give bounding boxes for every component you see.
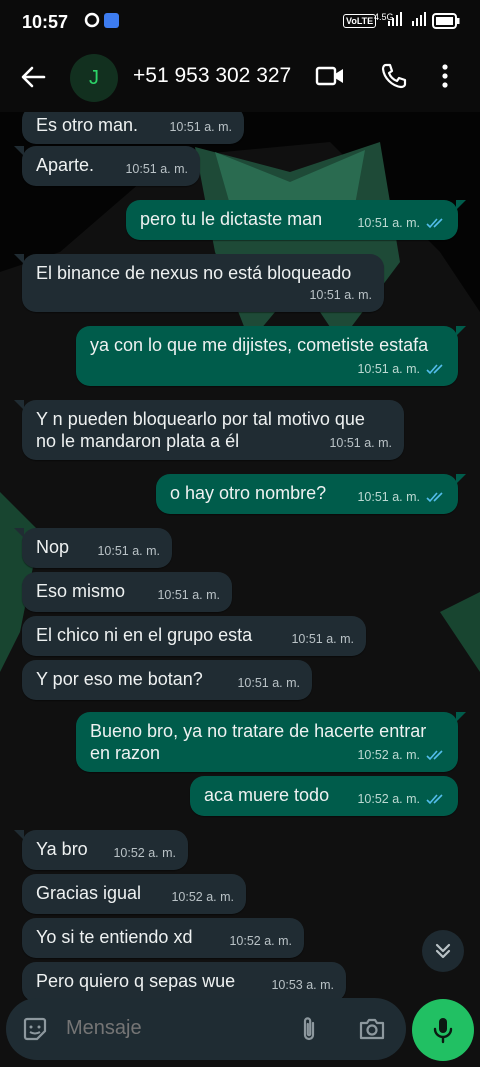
message-text: Gracias igual (36, 883, 142, 903)
avatar[interactable]: J (70, 54, 118, 102)
camera-icon[interactable] (358, 1016, 386, 1047)
message-text: El chico ni en el grupo esta (36, 625, 253, 645)
more-options-icon[interactable] (440, 62, 450, 95)
message-bubble[interactable]: Nop 10:51 a. m. (14, 528, 172, 568)
message-text: Ya bro (36, 839, 88, 859)
message-text: Pero quiero q sepas wue (36, 971, 236, 991)
message-bubble[interactable]: Y por eso me botan? 10:51 a. m. (22, 660, 312, 700)
signal-icon-2 (412, 12, 426, 29)
read-ticks-icon (426, 750, 443, 761)
message-time: 10:51 a. m. (157, 588, 220, 602)
message-bubble[interactable]: Eso mismo 10:51 a. m. (22, 572, 232, 612)
message-time: 10:51 a. m. (169, 120, 232, 134)
message-text: Yo si te entiendo xd (36, 927, 193, 947)
message-time: 10:51 a. m. (291, 632, 354, 646)
message-time: 10:52 a. m. (229, 934, 292, 948)
signal-icon (388, 12, 402, 29)
phone-call-icon[interactable] (380, 62, 408, 95)
read-ticks-icon (426, 364, 443, 375)
message-bubble[interactable]: o hay otro nombre? 10:51 a. m. (156, 474, 466, 514)
message-bubble[interactable]: Bueno bro, ya no tratare de hacerte entr… (76, 712, 466, 772)
message-time: 10:52 a. m. (357, 748, 420, 762)
message-time: 10:51 a. m. (357, 216, 420, 230)
message-text: Eso mismo (36, 581, 126, 601)
message-text: Aparte. (36, 155, 95, 175)
contact-name[interactable]: +51 953 302 327 (133, 64, 291, 88)
message-time: 10:52 a. m. (171, 890, 234, 904)
message-time: 10:51 a. m. (125, 162, 188, 176)
message-text: Y n pueden bloquearlo por tal motivo que… (36, 409, 365, 451)
double-chevron-down-icon (435, 943, 451, 959)
message-time: 10:51 a. m. (329, 436, 392, 450)
message-text: Nop (36, 537, 70, 557)
message-bubble[interactable]: Es otro man. 10:51 a. m. (22, 112, 244, 144)
message-text: El binance de nexus no está bloqueado (36, 263, 352, 283)
read-ticks-icon (426, 218, 443, 229)
message-text: Y por eso me botan? (36, 669, 203, 689)
message-input[interactable] (64, 1016, 288, 1041)
status-time: 10:57 (22, 12, 69, 32)
read-ticks-icon (426, 794, 443, 805)
message-time: 10:51 a. m. (97, 544, 160, 558)
video-call-icon[interactable] (315, 64, 345, 93)
message-bubble[interactable]: Pero quiero q sepas wue 10:53 a. m. (22, 962, 346, 1002)
avatar-letter: J (89, 66, 99, 89)
microphone-icon (433, 1018, 453, 1044)
message-time: 10:51 a. m. (309, 288, 372, 302)
message-bubble[interactable]: Ya bro 10:52 a. m. (14, 830, 188, 870)
status-bar: 10:57 VoLTE 4.5G (0, 0, 480, 44)
read-ticks-icon (426, 492, 443, 503)
message-text: aca muere todo (204, 785, 330, 805)
message-text: pero tu le dictaste man (140, 209, 323, 229)
message-bubble[interactable]: ya con lo que me dijistes, cometiste est… (76, 326, 466, 386)
chat-header: J +51 953 302 327 (0, 44, 480, 112)
app-icon (104, 13, 119, 31)
message-text: Es otro man. (36, 115, 139, 135)
message-bubble[interactable]: El binance de nexus no está bloqueado 10… (14, 254, 384, 312)
sticker-emoji-icon[interactable] (22, 1016, 48, 1047)
message-time: 10:51 a. m. (357, 362, 420, 376)
battery-icon (432, 13, 460, 32)
message-bubble[interactable]: El chico ni en el grupo esta 10:51 a. m. (22, 616, 366, 656)
message-bubble[interactable]: Gracias igual 10:52 a. m. (22, 874, 246, 914)
chat-area[interactable]: Es otro man. 10:51 a. m. Aparte. 10:51 a… (0, 112, 480, 1067)
message-time: 10:52 a. m. (113, 846, 176, 860)
message-time: 10:51 a. m. (237, 676, 300, 690)
message-composer (6, 998, 406, 1060)
message-bubble[interactable]: Y n pueden bloquearlo por tal motivo que… (14, 400, 404, 460)
message-time: 10:51 a. m. (357, 490, 420, 504)
message-bubble[interactable]: Aparte. 10:51 a. m. (14, 146, 200, 186)
voice-record-button[interactable] (412, 999, 474, 1061)
back-arrow-icon[interactable] (18, 62, 48, 92)
message-bubble[interactable]: aca muere todo 10:52 a. m. (190, 776, 458, 816)
message-time: 10:53 a. m. (271, 978, 334, 992)
message-time: 10:52 a. m. (357, 792, 420, 806)
scroll-to-bottom-button[interactable] (422, 930, 464, 972)
message-text: o hay otro nombre? (170, 483, 327, 503)
volte-badge: VoLTE (343, 14, 377, 28)
attach-clip-icon[interactable] (298, 1015, 320, 1048)
notification-icon (84, 12, 100, 31)
message-bubble[interactable]: Yo si te entiendo xd 10:52 a. m. (22, 918, 304, 958)
message-text: ya con lo que me dijistes, cometiste est… (90, 335, 429, 355)
message-bubble[interactable]: pero tu le dictaste man 10:51 a. m. (126, 200, 466, 240)
